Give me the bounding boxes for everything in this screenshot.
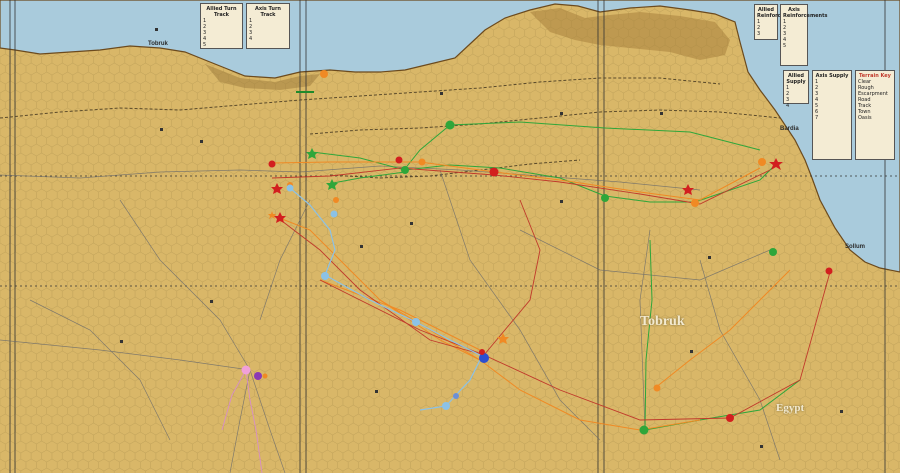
- panel-turn-track-axis: Axis Turn Track 1 2 3 4: [246, 3, 290, 49]
- marker-lightblue[interactable]: [286, 184, 294, 192]
- panel-turn-track-allied: Allied Turn Track 1 2 3 4 5: [200, 3, 243, 49]
- marker-lightblue[interactable]: [321, 272, 329, 280]
- marker-orange[interactable]: [320, 70, 328, 78]
- marker-red[interactable]: [268, 160, 276, 168]
- panel-row: 5: [783, 43, 787, 49]
- marker-orange[interactable]: [262, 373, 268, 379]
- label-sollum-town: Sollum: [845, 244, 866, 250]
- marker-orange[interactable]: [653, 384, 661, 392]
- marker-purple[interactable]: [254, 372, 262, 380]
- marker-green[interactable]: [639, 425, 649, 435]
- panel-row: 3: [757, 31, 761, 37]
- marker-lightblue[interactable]: [442, 402, 450, 410]
- panel-terrain-key: Terrain Key Clear Rough Escarpment Road …: [855, 70, 895, 160]
- marker-green[interactable]: [601, 194, 609, 202]
- label-bardia-town: Bardia: [780, 126, 799, 132]
- label-region-tobruk: Tobruk: [640, 314, 685, 329]
- marker-lightblue[interactable]: [330, 210, 338, 218]
- marker-red[interactable]: [395, 156, 403, 164]
- marker-orange[interactable]: [333, 197, 339, 203]
- marker-red[interactable]: [489, 167, 499, 177]
- panel-reinforcements-allied: Allied Reinforcements 1 2 3: [754, 4, 801, 40]
- marker-pink[interactable]: [241, 365, 251, 375]
- panel-title: Allied Supply: [786, 73, 806, 85]
- panel-row: 5: [203, 42, 207, 48]
- panel-title: Allied Turn Track: [206, 6, 237, 18]
- label-region-egypt: Egypt: [776, 402, 805, 414]
- panel-title: Axis Turn Track: [255, 6, 281, 18]
- marker-lightblue[interactable]: [412, 318, 420, 326]
- marker-orange[interactable]: [691, 199, 699, 207]
- marker-lightblue[interactable]: [453, 393, 459, 399]
- panel-reinforcements-axis: Axis Reinforcements 1 2 3 4 5: [780, 4, 828, 66]
- marker-green[interactable]: [401, 166, 409, 174]
- panel-row: 4: [786, 103, 790, 109]
- marker-orange[interactable]: [418, 158, 426, 166]
- marker-orange[interactable]: [758, 158, 766, 166]
- marker-red[interactable]: [726, 414, 734, 422]
- marker-red[interactable]: [825, 267, 833, 275]
- panel-supply-allied: Allied Supply 1 2 3 4: [783, 70, 809, 109]
- panel-row: 4: [249, 36, 253, 42]
- panel-row: Oasis: [858, 115, 872, 121]
- panel-supply-axis: Axis Supply 1 2 3 4 5 6 7: [812, 70, 852, 160]
- panel-title: Axis Supply: [815, 73, 849, 79]
- marker-green[interactable]: [769, 248, 777, 256]
- marker-red[interactable]: [479, 349, 485, 355]
- panel-title: Axis Reinforcements: [783, 7, 828, 19]
- marker-green[interactable]: [445, 120, 455, 130]
- hex-map[interactable]: [0, 0, 900, 473]
- panel-title: Allied Reinforcements: [757, 7, 801, 19]
- panel-row: 7: [815, 115, 819, 121]
- label-tobruk-town: Tobruk: [148, 41, 168, 47]
